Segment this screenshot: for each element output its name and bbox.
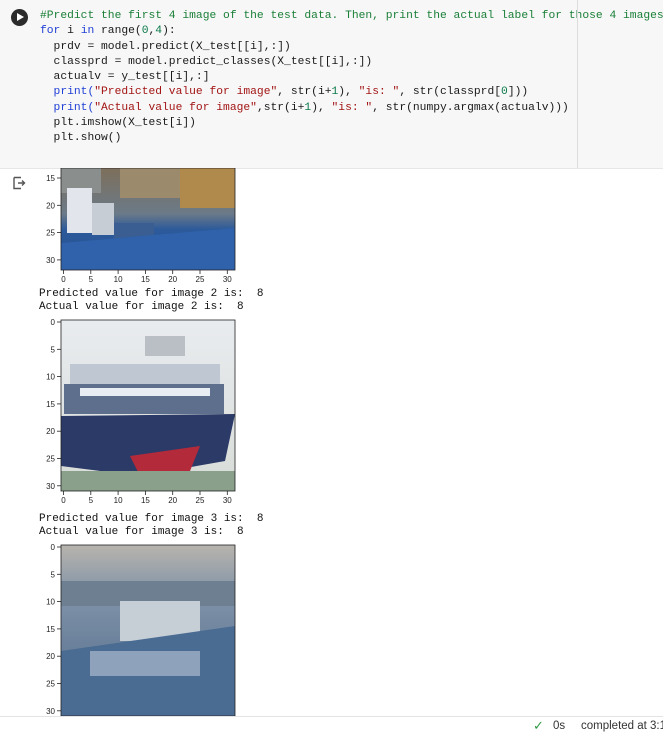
image-plot-2: 0 5 10 15 20 25 30 0 5 10 15 20 25 30 (46, 318, 236, 505)
code-token: prdv = model.predict(X_test[[i],:]) (40, 40, 291, 53)
code-token: "is: " (358, 86, 400, 99)
y-tick-label: 5 (51, 345, 56, 354)
code-line: prdv = model.predict(X_test[[i],:]) (40, 40, 663, 55)
status-bar: ✓ 0s completed at 3:1 (0, 716, 663, 736)
y-tick-label: 0 (51, 318, 56, 327)
x-tick-label: 5 (89, 275, 94, 284)
code-token: ), (338, 86, 359, 99)
y-tick-label: 20 (46, 652, 55, 661)
code-token: plt.imshow(X_test[i]) (40, 117, 196, 130)
code-line: for i in range(0,4): (40, 24, 663, 39)
code-token: i (60, 25, 81, 38)
y-tick-label: 0 (51, 543, 56, 552)
y-tick-label: 25 (46, 455, 55, 464)
x-tick-label: 25 (196, 275, 205, 284)
y-tick-label: 10 (46, 598, 55, 607)
code-line: #Predict the first 4 image of the test d… (40, 9, 663, 24)
code-line: actualv = y_test[[i],:] (40, 70, 663, 85)
x-tick-label: 10 (114, 496, 123, 505)
y-tick-label: 15 (46, 174, 55, 183)
code-line: plt.imshow(X_test[i]) (40, 116, 663, 131)
code-token: "Predicted value for image" (94, 86, 278, 99)
code-token: 0 (141, 25, 149, 38)
completion-time: completed at 3:1 (581, 720, 663, 732)
code-token: 0 (501, 86, 508, 99)
code-editor[interactable]: #Predict the first 4 image of the test d… (40, 9, 663, 147)
code-token: for (40, 25, 61, 38)
code-token: classprd = model.predict_classes(X_test[… (40, 55, 373, 68)
predicted-text-1: Predicted value for image 2 is: 8 (39, 288, 264, 300)
x-tick-label: 20 (168, 275, 177, 284)
x-tick-label: 30 (223, 275, 232, 284)
code-token: ): (162, 25, 176, 38)
cell-output: 15 20 25 30 0 5 10 15 20 25 30 Predicted value fo… (0, 168, 663, 716)
x-tick-label: 25 (196, 496, 205, 505)
code-token: ), (311, 101, 332, 114)
code-token: range( (94, 25, 142, 38)
x-tick-label: 30 (223, 496, 232, 505)
actual-text-2: Actual value for image 3 is: 8 (39, 526, 244, 538)
y-tick-label: 25 (46, 680, 55, 689)
code-token: print( (40, 86, 95, 99)
code-token: "Actual value for image" (94, 101, 257, 114)
check-icon: ✓ (533, 718, 544, 733)
x-tick-label: 0 (61, 496, 66, 505)
code-line: plt.show() (40, 131, 663, 146)
x-tick-label: 10 (114, 275, 123, 284)
y-tick-label: 30 (46, 256, 55, 265)
code-token: , str(numpy.argmax(actualv))) (372, 101, 569, 114)
y-tick-label: 10 (46, 373, 55, 382)
code-token: in (80, 25, 95, 38)
code-line: classprd = model.predict_classes(X_test[… (40, 55, 663, 70)
code-line: print("Actual value for image",str(i+1),… (40, 101, 663, 116)
y-tick-label: 30 (46, 707, 55, 716)
code-token: #Predict the first 4 image of the test d… (40, 10, 663, 22)
y-tick-label: 20 (46, 201, 55, 210)
code-token: "is: " (331, 101, 373, 114)
code-token: print( (40, 101, 95, 114)
code-token: ,str(i+ (256, 101, 305, 114)
x-tick-label: 15 (141, 496, 150, 505)
code-token: , str(i+ (277, 86, 332, 99)
x-tick-label: 5 (89, 496, 94, 505)
image-plot-3: 0 5 10 15 20 25 30 (46, 543, 236, 716)
y-tick-label: 30 (46, 482, 55, 491)
code-line: print("Predicted value for image", str(i… (40, 85, 663, 100)
code-token: plt.show() (40, 132, 122, 145)
y-tick-label: 5 (51, 570, 56, 579)
y-tick-label: 15 (46, 625, 55, 634)
code-token: actualv = y_test[[i],:] (40, 71, 210, 84)
x-tick-label: 15 (141, 275, 150, 284)
code-token: ])) (507, 86, 529, 99)
x-tick-label: 20 (168, 496, 177, 505)
image-plot-1: 15 20 25 30 0 5 10 15 20 25 30 (46, 168, 236, 284)
y-tick-label: 15 (46, 400, 55, 409)
x-tick-label: 0 (61, 275, 66, 284)
y-tick-label: 25 (46, 229, 55, 238)
code-cell[interactable]: #Predict the first 4 image of the test d… (0, 0, 663, 169)
y-tick-label: 20 (46, 427, 55, 436)
execution-duration: 0s (553, 720, 566, 732)
ruler-line (577, 0, 578, 168)
code-token: , str(classprd[ (399, 86, 502, 99)
actual-text-1: Actual value for image 2 is: 8 (39, 301, 244, 313)
predicted-text-2: Predicted value for image 3 is: 8 (39, 513, 264, 525)
run-cell-button[interactable] (11, 9, 28, 26)
